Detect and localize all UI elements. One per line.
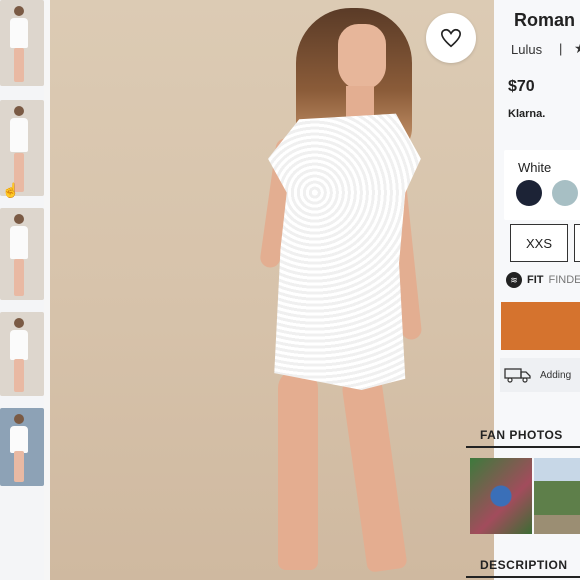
fan-photos-heading: FAN PHOTOS [480,428,563,442]
thumbnail-3[interactable] [0,208,44,300]
add-to-bag-button[interactable] [501,302,580,350]
heart-outline-icon [441,28,461,48]
truck-icon [504,368,531,383]
thumbnail-5[interactable] [0,408,44,486]
fit-finder-link[interactable]: ≋ FIT FINDE [506,272,580,288]
thumbnail-4[interactable] [0,312,44,396]
product-main-image [44,0,500,580]
fan-photos-divider [466,446,580,448]
fit-finder-bold: FIT [527,274,544,286]
model-leg-left [278,370,318,570]
klarna-label[interactable]: Klarna. [508,108,545,120]
color-swatch-navy[interactable] [516,180,542,206]
thumbnail-1[interactable] [0,0,44,86]
shipping-text: Adding [540,369,572,381]
shipping-info: Adding [500,358,580,392]
description-heading[interactable]: DESCRIPTION [480,558,568,572]
size-button-next[interactable] [574,224,580,262]
product-title: Roman [514,10,576,30]
fan-photo-2[interactable] [534,458,580,534]
brand-link[interactable]: Lulus [511,42,542,57]
fit-finder-icon: ≋ [506,272,522,288]
model-face [338,24,386,90]
color-selector: White [504,150,580,220]
description-divider [466,576,580,578]
fan-photo-1[interactable] [470,458,532,534]
product-price: $70 [508,78,535,95]
star-icon[interactable]: ★ [574,40,580,57]
favorite-button[interactable] [426,13,476,63]
brand-separator: | [559,41,563,56]
color-swatch-light-blue[interactable] [552,180,578,206]
hand-pointer-icon: ☝ [2,182,20,198]
fit-finder-text: FINDE [548,274,580,286]
size-button-xxs[interactable]: XXS [510,224,568,262]
selected-color-label: White [518,160,552,175]
